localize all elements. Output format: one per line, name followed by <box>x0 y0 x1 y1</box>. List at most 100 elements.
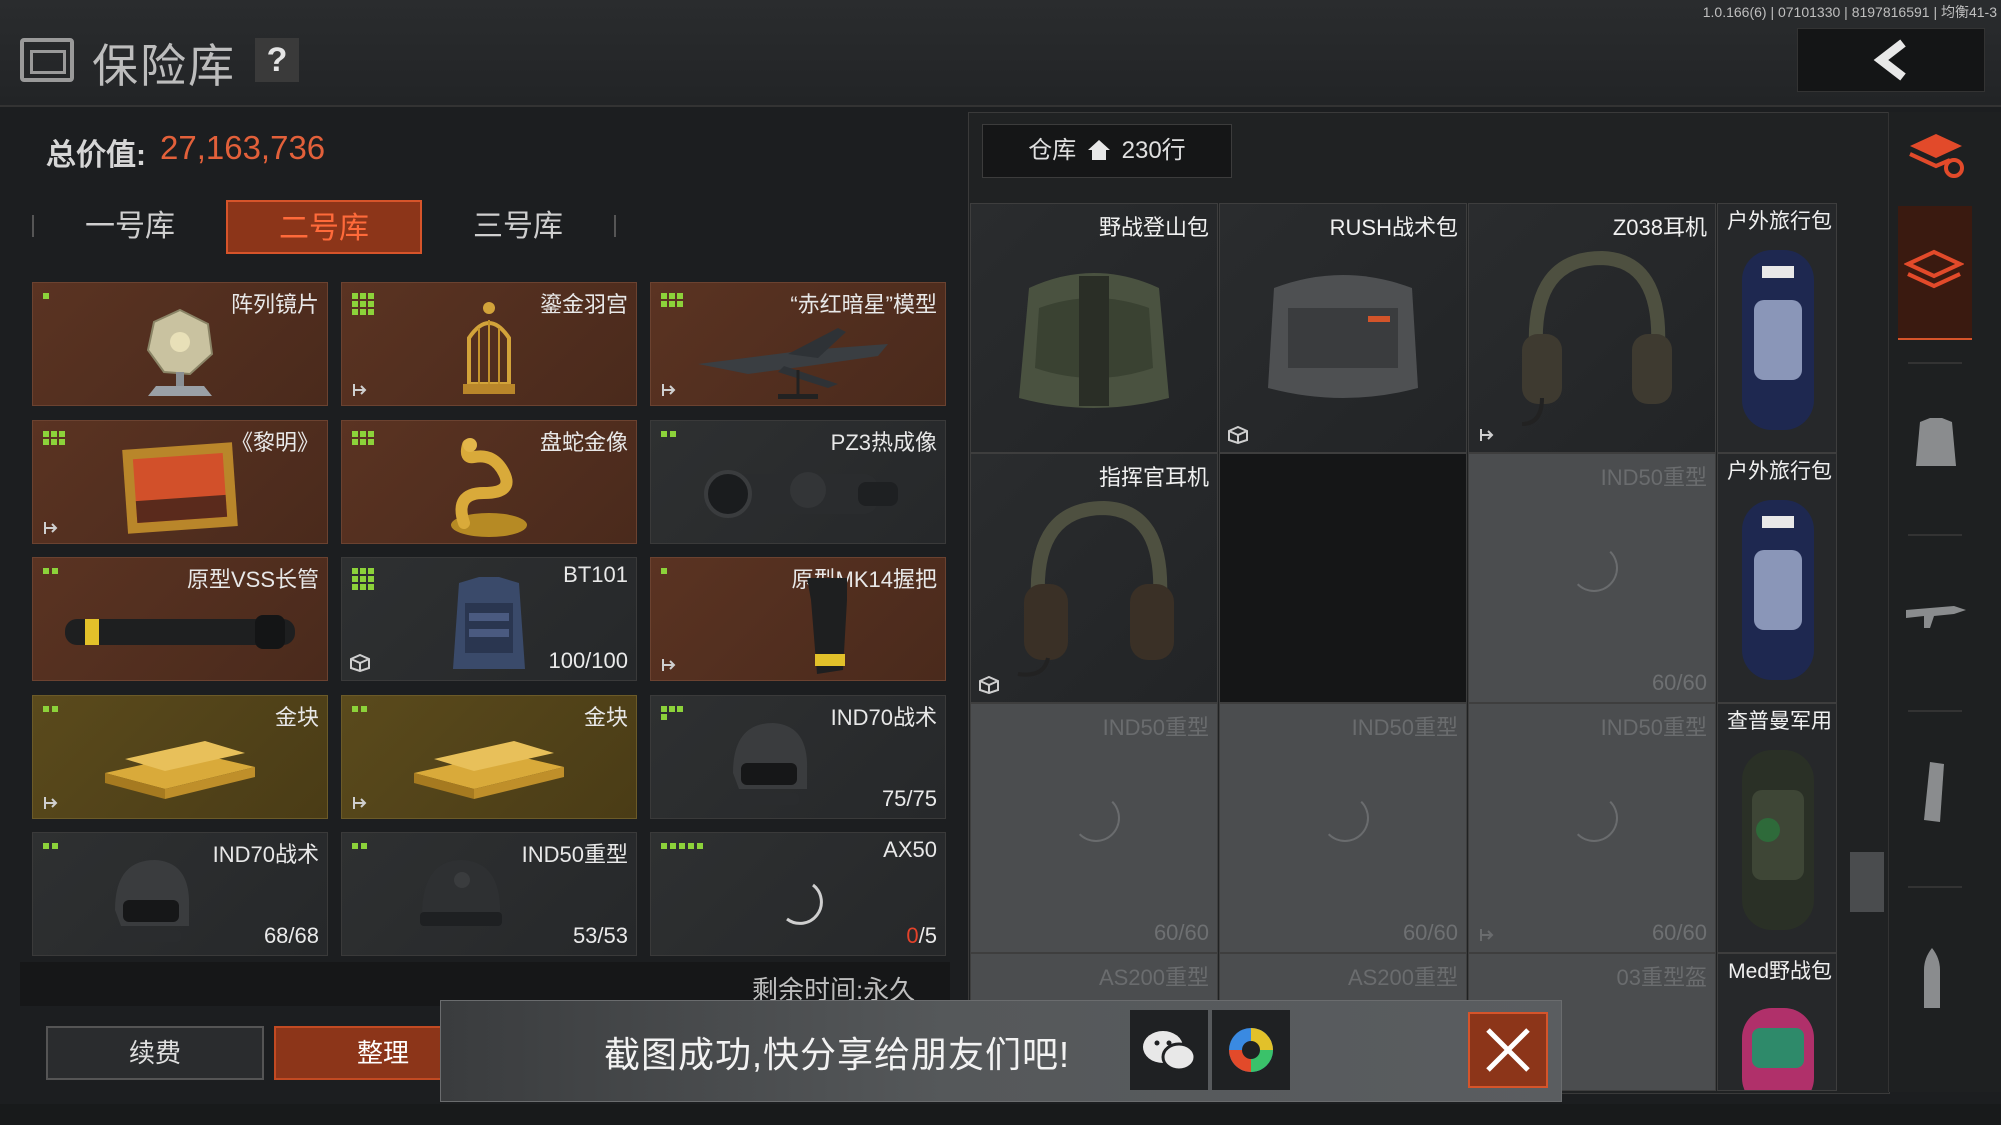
loading-icon <box>1570 793 1618 842</box>
warehouse-item-ind50[interactable]: IND50重型 60/60 <box>1468 703 1716 953</box>
sidebar-divider <box>1908 710 1962 712</box>
item-count: 0/5 <box>906 923 937 948</box>
box-icon <box>1228 426 1248 444</box>
share-album-button[interactable] <box>1212 1010 1290 1090</box>
helmet-icon <box>114 860 189 943</box>
item-name: PZ3热成像 <box>830 430 937 455</box>
rarity-mark <box>43 568 58 580</box>
military-bag-icon <box>1742 750 1814 930</box>
item-name: IND70战术 <box>212 842 319 867</box>
helmet-icon <box>732 723 807 806</box>
vault-item-gold-bar[interactable]: 金块 <box>341 695 637 819</box>
warehouse-item-ind50[interactable]: IND50重型 60/60 <box>1468 453 1716 703</box>
wechat-icon <box>1143 1031 1197 1072</box>
vault-item-mk14-grip[interactable]: 原型MK14握把 <box>650 557 946 681</box>
backpack-icon <box>1268 274 1418 398</box>
stack-refresh-icon <box>1909 134 1964 178</box>
top-bar <box>0 0 2001 107</box>
sidebar-item-armor[interactable] <box>1898 380 1972 510</box>
box-icon <box>350 654 370 672</box>
item-name: AX50 <box>883 837 937 862</box>
box-icon <box>979 676 999 694</box>
warehouse-item-ind50[interactable]: IND50重型 60/60 <box>970 703 1218 953</box>
warehouse-tab[interactable]: 仓库 230行 <box>982 124 1232 178</box>
rarity-mark <box>661 431 676 443</box>
rarity-mark <box>43 706 58 718</box>
vault-item-painting[interactable]: 《黎明》 <box>32 420 328 544</box>
loading-icon <box>1072 793 1120 842</box>
item-name: 盘蛇金像 <box>539 430 628 455</box>
item-name: 户外旅行包 <box>1727 210 1832 233</box>
vault-item-gold-bar[interactable]: 金块 <box>32 695 328 819</box>
page-title: 保险库 <box>92 40 236 92</box>
bullet-icon <box>1924 948 1940 1008</box>
rarity-mark <box>352 568 374 590</box>
warehouse-item-ind50[interactable]: IND50重型 60/60 <box>1219 703 1467 953</box>
warehouse-item-rush-bag[interactable]: RUSH战术包 <box>1219 203 1467 453</box>
item-count: 68/68 <box>263 923 319 948</box>
item-name: IND50重型 <box>1600 715 1707 740</box>
item-name: IND50重型 <box>1102 715 1209 740</box>
item-count: 60/60 <box>1402 920 1458 945</box>
vault-item-ind50-helmet[interactable]: IND50重型 53/53 <box>341 832 637 956</box>
item-count: 60/60 <box>1153 920 1209 945</box>
vault-item-golden-snake[interactable]: 盘蛇金像 <box>341 420 637 544</box>
back-button[interactable] <box>1797 28 1985 92</box>
tab-vault-1[interactable]: 一号库 <box>32 200 228 254</box>
item-count: 100/100 <box>548 648 628 673</box>
loading-icon <box>786 883 823 925</box>
sidebar-item-ammo[interactable] <box>1898 904 1972 1034</box>
item-name: 阵列镜片 <box>230 292 319 317</box>
vault-item-golden-birdcage[interactable]: 鎏金羽宫 <box>341 282 637 406</box>
stack-icon <box>1904 249 1964 289</box>
exit-icon <box>662 384 676 396</box>
sidebar-item-weapon[interactable] <box>1898 552 1972 682</box>
vault-item-ind70-helmet[interactable]: IND70战术 68/68 <box>32 832 328 956</box>
vault-item-bt101[interactable]: BT101 100/100 <box>341 557 637 681</box>
tab-vault-2[interactable]: 二号库 <box>226 200 422 254</box>
item-name: 金块 <box>583 705 628 730</box>
warehouse-item-commander-headset[interactable]: 指挥官耳机 <box>970 453 1218 703</box>
rarity-mark <box>43 843 58 855</box>
item-count: 60/60 <box>1651 670 1707 695</box>
travel-bag-icon <box>1742 250 1814 430</box>
sidebar-divider <box>1908 534 1962 536</box>
barrel-icon <box>65 615 295 650</box>
share-wechat-button[interactable] <box>1130 1010 1208 1090</box>
vault-item-jet-model[interactable]: “赤红暗星”模型 <box>650 282 946 406</box>
tab-divider <box>614 215 616 237</box>
loading-icon <box>1321 793 1369 842</box>
armor-vest-icon <box>453 577 525 670</box>
item-name: 户外旅行包 <box>1727 460 1832 483</box>
help-button[interactable]: ? <box>255 38 299 82</box>
tab-vault-3[interactable]: 三号库 <box>420 200 616 254</box>
scrollbar-thumb[interactable] <box>1850 852 1884 912</box>
jet-model-icon <box>698 327 888 399</box>
warehouse-item-med-bag[interactable]: Med野战包 <box>1717 953 1837 1091</box>
vault-item-vss-barrel[interactable]: 原型VSS长管 <box>32 557 328 681</box>
sidebar-item-stack[interactable] <box>1898 206 1972 340</box>
exit-icon <box>44 797 58 809</box>
item-name: 金块 <box>274 705 319 730</box>
vault-item-ax50[interactable]: AX50 0/5 <box>650 832 946 956</box>
warehouse-empty-slot[interactable] <box>1219 453 1467 703</box>
warehouse-item-backpack[interactable]: 野战登山包 <box>970 203 1218 453</box>
exit-icon <box>1480 929 1494 941</box>
warehouse-item-travel-bag[interactable]: 户外旅行包 <box>1717 203 1837 453</box>
sidebar-item-magazine[interactable] <box>1898 728 1972 858</box>
vault-item-ind70-helmet[interactable]: IND70战术 75/75 <box>650 695 946 819</box>
version-text: 1.0.166(6) | 07101330 | 8197816591 | 均衡4… <box>1702 4 1997 20</box>
warehouse-item-chapman-bag[interactable]: 查普曼军用 <box>1717 703 1837 953</box>
item-name: 查普曼军用 <box>1727 710 1832 733</box>
warehouse-item-travel-bag[interactable]: 户外旅行包 <box>1717 453 1837 703</box>
thermal-scope-icon <box>704 470 898 519</box>
chevron-left-icon <box>1873 39 1906 81</box>
warehouse-item-z038-headset[interactable]: Z038耳机 <box>1468 203 1716 453</box>
renew-button[interactable]: 续费 <box>46 1026 264 1080</box>
sidebar-divider <box>1908 362 1962 364</box>
close-toast-button[interactable] <box>1468 1012 1548 1088</box>
home-icon <box>1087 140 1110 160</box>
painting-icon <box>122 442 238 534</box>
vault-item-thermal-scope[interactable]: PZ3热成像 <box>650 420 946 544</box>
vault-item-lens-array[interactable]: 阵列镜片 <box>32 282 328 406</box>
